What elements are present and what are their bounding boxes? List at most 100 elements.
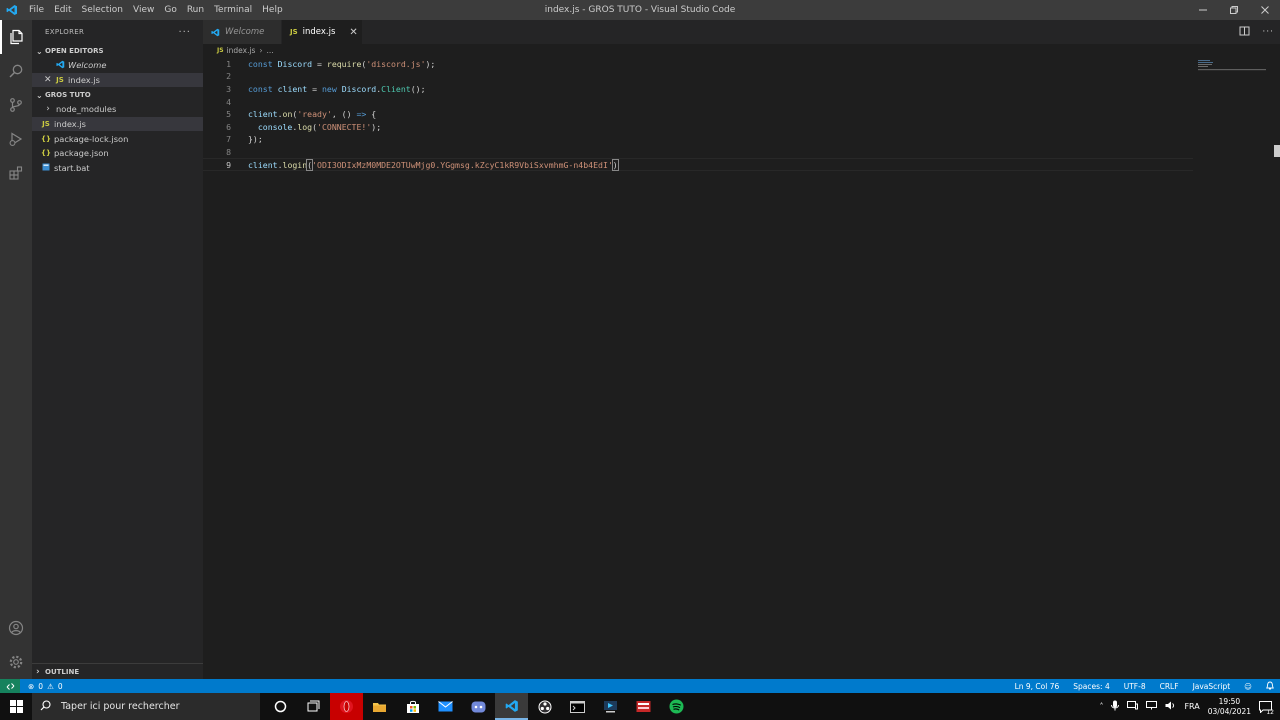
- chevron-up-icon[interactable]: ˄: [1099, 702, 1103, 711]
- menu-file[interactable]: File: [24, 0, 49, 20]
- current-code-line: 9 client.login('ODI3ODIxMzM0MDE2OTUwMjg0…: [203, 158, 1193, 171]
- remote-icon[interactable]: [0, 679, 20, 693]
- indentation[interactable]: Spaces: 4: [1073, 682, 1109, 691]
- mail-icon[interactable]: [429, 693, 462, 720]
- search-icon: [40, 699, 51, 714]
- input-language[interactable]: FRA: [1184, 702, 1199, 711]
- more-actions-icon[interactable]: ···: [1262, 27, 1274, 37]
- windows-taskbar: Taper ici pour rechercher ˄ FRA 19:50 03…: [0, 693, 1280, 720]
- menu-view[interactable]: View: [128, 0, 159, 20]
- code-editor[interactable]: 1 const Discord = require('discord.js');…: [203, 57, 1280, 679]
- outline-label: OUTLINE: [45, 667, 80, 676]
- more-actions-icon[interactable]: ···: [178, 27, 191, 38]
- network-icon[interactable]: [1146, 701, 1158, 712]
- vscode-icon: [211, 28, 220, 37]
- close-icon[interactable]: ✕: [44, 75, 54, 85]
- notification-center-icon[interactable]: 12: [1259, 700, 1274, 716]
- tree-item-node-modules[interactable]: › node_modules: [32, 102, 203, 117]
- code-line: 5 client.on('ready', () => {: [203, 108, 1193, 121]
- chevron-down-icon: ⌄: [36, 90, 43, 100]
- language-mode[interactable]: JavaScript: [1193, 682, 1231, 691]
- code-line: 1 const Discord = require('discord.js');: [203, 58, 1193, 71]
- terminal-icon[interactable]: [561, 693, 594, 720]
- open-editor-welcome[interactable]: Welcome: [32, 58, 203, 73]
- code-line: 8: [203, 146, 1193, 159]
- menu-run[interactable]: Run: [182, 0, 209, 20]
- tab-label: index.js: [302, 27, 336, 37]
- code-text: const client = new Discord.Client();: [248, 83, 426, 94]
- feedback-icon[interactable]: ☺: [1244, 682, 1252, 691]
- streamlabs-icon[interactable]: [627, 693, 660, 720]
- open-editors-section[interactable]: ⌄ OPEN EDITORS: [32, 44, 203, 58]
- accounts-icon[interactable]: [0, 611, 32, 645]
- code-text: });: [248, 134, 263, 145]
- device-icon[interactable]: [1127, 701, 1139, 712]
- menu-terminal[interactable]: Terminal: [209, 0, 257, 20]
- source-control-icon[interactable]: [0, 88, 32, 122]
- cursor-position[interactable]: Ln 9, Col 76: [1015, 682, 1060, 691]
- error-icon: ⊗: [28, 681, 35, 691]
- menu-help[interactable]: Help: [257, 0, 288, 20]
- status-bar: ⊗ 0 ⚠ 0 Ln 9, Col 76 Spaces: 4 UTF-8 CRL…: [0, 679, 1280, 693]
- line-number: 4: [226, 96, 231, 107]
- close-tab-icon[interactable]: ✕: [349, 27, 357, 38]
- cortana-icon[interactable]: [264, 693, 297, 720]
- file-explorer-icon[interactable]: [363, 693, 396, 720]
- tab-welcome[interactable]: Welcome: [203, 20, 282, 44]
- line-ending[interactable]: CRLF: [1160, 682, 1179, 691]
- line-number: 9: [226, 159, 231, 170]
- discord-icon[interactable]: [462, 693, 495, 720]
- open-editor-indexjs[interactable]: ✕ JS index.js: [32, 72, 203, 88]
- problems-indicator[interactable]: ⊗ 0 ⚠ 0: [20, 682, 63, 691]
- windows-start-icon[interactable]: [0, 693, 32, 720]
- code-line: 4: [203, 95, 1193, 108]
- breadcrumb-rest[interactable]: ...: [266, 46, 273, 55]
- manage-gear-icon[interactable]: [0, 645, 32, 679]
- vscode-taskbar-icon[interactable]: [495, 693, 528, 720]
- close-window-button[interactable]: [1249, 0, 1280, 20]
- microphone-icon[interactable]: [1111, 700, 1120, 713]
- bat-icon: [40, 163, 52, 173]
- system-tray: ˄ FRA 19:50 03/04/2021 12: [1099, 693, 1280, 720]
- volume-icon[interactable]: [1165, 701, 1176, 712]
- restore-button[interactable]: [1218, 0, 1249, 20]
- tree-item-label: index.js: [54, 119, 86, 130]
- warning-icon: ⚠: [47, 681, 54, 691]
- json-icon: {}: [41, 134, 51, 143]
- extensions-icon[interactable]: [0, 156, 32, 190]
- menu-go[interactable]: Go: [159, 0, 181, 20]
- outline-section[interactable]: › OUTLINE: [32, 663, 203, 679]
- notifications-bell-icon[interactable]: [1266, 681, 1274, 692]
- vertical-scrollbar[interactable]: [1274, 145, 1280, 157]
- task-view-icon[interactable]: [297, 693, 330, 720]
- tree-item-start-bat[interactable]: start.bat: [32, 161, 203, 176]
- obs-icon[interactable]: [528, 693, 561, 720]
- menu-edit[interactable]: Edit: [49, 0, 76, 20]
- run-debug-icon[interactable]: [0, 122, 32, 156]
- app-runner-icon[interactable]: [594, 693, 627, 720]
- js-icon: JS: [42, 120, 50, 129]
- spotify-icon[interactable]: [660, 693, 693, 720]
- tree-item-package-json[interactable]: {} package.json: [32, 146, 203, 161]
- menu-selection[interactable]: Selection: [77, 0, 128, 20]
- search-icon[interactable]: [0, 54, 32, 88]
- folder-section-gros-tuto[interactable]: ⌄ GROS TUTO: [32, 88, 203, 102]
- encoding[interactable]: UTF-8: [1124, 682, 1146, 691]
- breadcrumb-file[interactable]: index.js: [227, 46, 256, 55]
- explorer-icon[interactable]: [0, 20, 32, 54]
- minimap[interactable]: [1196, 57, 1268, 87]
- tab-indexjs[interactable]: JS index.js ✕: [282, 20, 363, 44]
- tree-item-package-lock[interactable]: {} package-lock.json: [32, 131, 203, 146]
- store-icon[interactable]: [396, 693, 429, 720]
- split-editor-icon[interactable]: [1239, 26, 1250, 39]
- notification-count: 12: [1266, 708, 1274, 716]
- minimize-button[interactable]: [1187, 0, 1218, 20]
- taskbar-search-box[interactable]: Taper ici pour rechercher: [32, 693, 260, 720]
- opera-icon[interactable]: [330, 693, 363, 720]
- explorer-sidebar: EXPLORER ··· ⌄ OPEN EDITORS Welcome ✕ JS…: [32, 20, 203, 679]
- tree-item-label: package-lock.json: [54, 133, 129, 144]
- tree-item-indexjs[interactable]: JS index.js: [32, 116, 203, 132]
- clock[interactable]: 19:50 03/04/2021: [1208, 697, 1251, 717]
- json-icon: {}: [41, 149, 51, 158]
- code-text: client.login('ODI3ODIxMzM0MDE2OTUwMjg0.Y…: [248, 158, 619, 171]
